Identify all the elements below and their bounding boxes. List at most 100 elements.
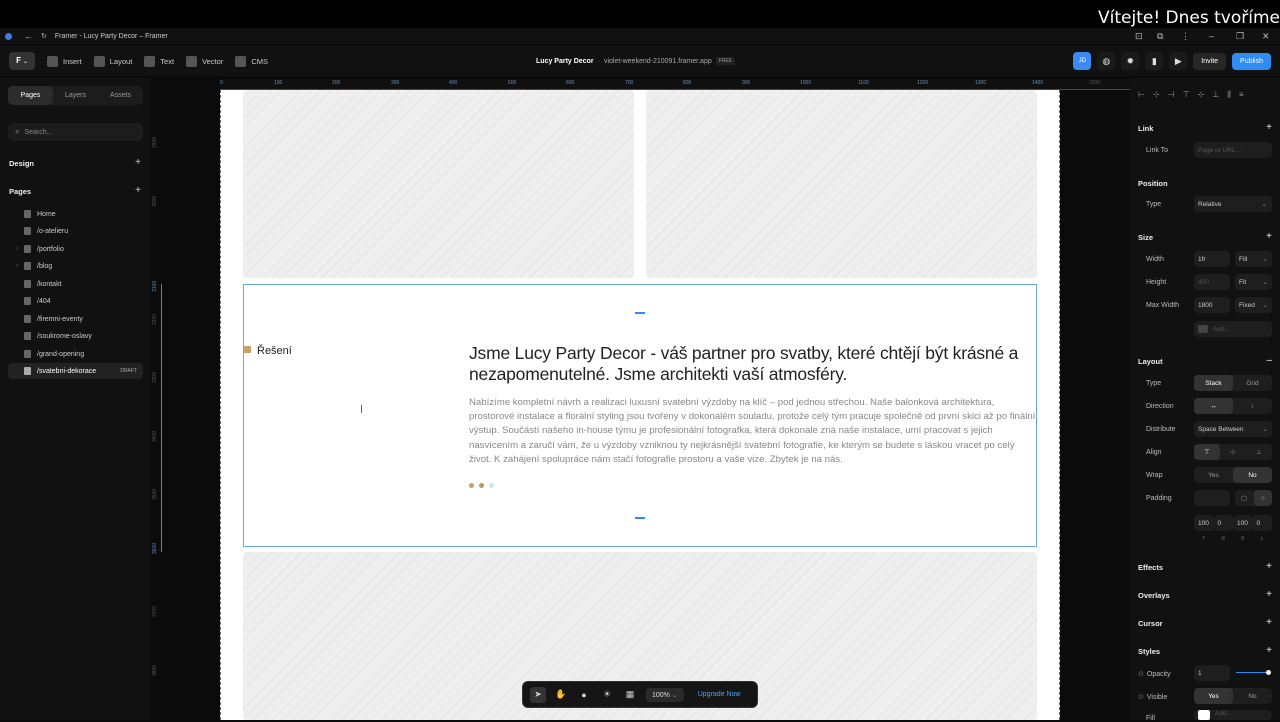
wrap-yes[interactable]: Yes <box>1194 467 1233 483</box>
width-mode-select[interactable]: Fill ⌄ <box>1235 251 1272 267</box>
visible-toggle[interactable]: Yes No <box>1194 688 1272 704</box>
cursor-section[interactable]: Cursor + <box>1138 618 1272 629</box>
fill-input[interactable]: Add... <box>1194 710 1272 720</box>
tab-layers[interactable]: Layers <box>53 86 98 105</box>
wrap-no[interactable]: No <box>1233 467 1272 483</box>
hand-tool-icon[interactable]: ✋ <box>553 687 569 703</box>
align-center-h-icon[interactable]: ⊹ <box>1153 90 1160 100</box>
padding-individual-icon[interactable]: ◌ <box>1253 490 1272 506</box>
align-right-icon[interactable]: ⊣ <box>1168 90 1175 100</box>
globe-icon[interactable]: ◍ <box>1097 52 1116 70</box>
project-title[interactable]: Lucy Party Decor · violet-weekend-210091… <box>536 46 736 76</box>
page-item-soukrome-oslavy[interactable]: /soukrome-oslavy <box>8 328 143 344</box>
page-item-grand-opening[interactable]: /grand-opening <box>8 346 143 362</box>
cms-button[interactable]: CMS <box>235 55 268 67</box>
direction-toggle[interactable]: ↔ ↕ <box>1194 398 1272 414</box>
settings-gear-icon[interactable]: ✹ <box>1121 52 1140 70</box>
expand-caret-icon[interactable]: › <box>8 263 18 269</box>
tab-assets[interactable]: Assets <box>98 86 143 105</box>
height-mode-select[interactable]: Fit ⌄ <box>1235 274 1272 290</box>
avatar[interactable]: JD <box>1073 52 1092 70</box>
opacity-slider-handle[interactable] <box>1266 670 1271 675</box>
upgrade-link[interactable]: Upgrade Now <box>698 691 741 698</box>
zoom-select[interactable]: 100% ⌄ <box>646 687 684 702</box>
max-width-mode-select[interactable]: Fixed ⌄ <box>1235 297 1272 313</box>
design-section[interactable]: Design + <box>9 158 141 169</box>
align-middle-icon[interactable]: ⊹ <box>1198 90 1205 100</box>
add-cursor-icon[interactable]: + <box>1266 618 1272 628</box>
page-item-kontakt[interactable]: /kontakt <box>8 276 143 292</box>
max-width-input[interactable]: 1800 <box>1194 297 1230 313</box>
insert-button[interactable]: Insert <box>47 55 82 67</box>
visible-yes[interactable]: Yes <box>1194 688 1233 704</box>
padding-right-input[interactable]: 0 <box>1213 515 1233 531</box>
section-tag[interactable]: Řešení <box>257 345 292 357</box>
publish-button[interactable]: Publish <box>1232 52 1271 70</box>
padding-left-input[interactable]: 0 <box>1252 515 1272 531</box>
padding-bottom-input[interactable]: 100 <box>1233 515 1253 531</box>
padding-handle-top[interactable] <box>635 312 645 314</box>
width-input[interactable]: 1fr <box>1194 251 1230 267</box>
comment-tool-icon[interactable]: ● <box>576 687 592 703</box>
link-section[interactable]: Link + <box>1138 123 1272 134</box>
padding-handle-bottom[interactable] <box>635 517 645 519</box>
image-placeholder[interactable] <box>243 90 634 278</box>
page-item-home[interactable]: Home <box>8 206 143 222</box>
visible-no[interactable]: No <box>1233 688 1272 704</box>
add-link-icon[interactable]: + <box>1266 123 1272 133</box>
grid-view-icon[interactable]: ▦ <box>622 687 638 703</box>
size-section[interactable]: Size + <box>1138 232 1272 243</box>
layout-button[interactable]: Layout <box>93 55 132 67</box>
direction-horizontal-icon[interactable]: ↔ <box>1194 398 1233 414</box>
remove-layout-icon[interactable]: – <box>1266 356 1272 366</box>
layout-type-toggle[interactable]: Stack Grid <box>1194 375 1272 391</box>
overlays-section[interactable]: Overlays + <box>1138 590 1272 601</box>
translate-icon[interactable]: ⊡ <box>1135 31 1143 42</box>
page-item-firemni-eventy[interactable]: /firemni-eventy <box>8 311 143 327</box>
distribute-v-icon[interactable]: ≡ <box>1239 90 1244 100</box>
section-headline[interactable]: Jsme Lucy Party Decor - váš partner pro … <box>469 343 1029 385</box>
height-input[interactable]: 450 <box>1194 274 1230 290</box>
pagination-dot[interactable] <box>489 483 494 488</box>
add-design-icon[interactable]: + <box>135 158 141 168</box>
layout-type-stack[interactable]: Stack <box>1194 375 1233 391</box>
align-toggle[interactable]: ⊤ ⊹ ⊥ <box>1194 444 1272 460</box>
page-item-svatebni-dekorace[interactable]: /svatebni-dekorace DRAFT <box>8 363 143 379</box>
align-left-icon[interactable]: ⊢ <box>1138 90 1145 100</box>
add-overlay-icon[interactable]: + <box>1266 590 1272 600</box>
section-body[interactable]: Nabízíme kompletní návrh a realizaci lux… <box>469 396 1039 467</box>
distribute-h-icon[interactable]: ⫼ <box>1227 90 1231 100</box>
pages-section[interactable]: Pages + <box>9 186 141 197</box>
add-page-icon[interactable]: + <box>135 186 141 196</box>
add-style-icon[interactable]: + <box>1266 646 1272 656</box>
pagination-dot[interactable] <box>479 483 484 488</box>
invite-button[interactable]: Invite <box>1193 52 1227 70</box>
padding-top-input[interactable]: 100 <box>1194 515 1214 531</box>
effects-section[interactable]: Effects + <box>1138 562 1272 573</box>
image-placeholder[interactable] <box>646 90 1037 278</box>
link-url-input[interactable]: Page or URL... <box>1194 142 1272 158</box>
back-arrow-icon[interactable]: ← <box>24 31 33 41</box>
vector-button[interactable]: Vector <box>186 55 223 67</box>
align-bottom-icon[interactable]: ⊥ <box>1212 90 1219 100</box>
position-type-select[interactable]: Relative ⌄ <box>1194 196 1272 212</box>
add-size-constraint[interactable]: Add... <box>1194 321 1272 337</box>
page-item-404[interactable]: /404 <box>8 293 143 309</box>
page-item-portfolio[interactable]: › /portfolio <box>8 241 143 257</box>
more-options-icon[interactable]: ⋮ <box>1181 31 1190 42</box>
add-effect-icon[interactable]: + <box>1266 562 1272 572</box>
framer-menu-button[interactable]: 𝐅 ⌄ <box>9 52 35 70</box>
styles-section[interactable]: Styles + <box>1138 646 1272 657</box>
analytics-icon[interactable]: ▮ <box>1145 52 1164 70</box>
align-start-icon[interactable]: ⊤ <box>1194 444 1220 460</box>
padding-mode-toggle[interactable]: ▢ ◌ <box>1235 490 1272 506</box>
page-item-o-atelieru[interactable]: /o-atelieru <box>8 223 143 239</box>
select-tool-icon[interactable]: ➤ <box>530 686 546 703</box>
align-center-icon[interactable]: ⊹ <box>1220 444 1246 460</box>
search-input[interactable]: ⌕ Search... <box>8 123 143 141</box>
align-top-icon[interactable]: ⊤ <box>1183 90 1190 100</box>
add-size-icon[interactable]: + <box>1266 232 1272 242</box>
close-window-icon[interactable]: ✕ <box>1262 31 1270 42</box>
preview-play-icon[interactable]: ▶ <box>1169 52 1188 70</box>
opacity-input[interactable]: 1 <box>1194 665 1230 681</box>
